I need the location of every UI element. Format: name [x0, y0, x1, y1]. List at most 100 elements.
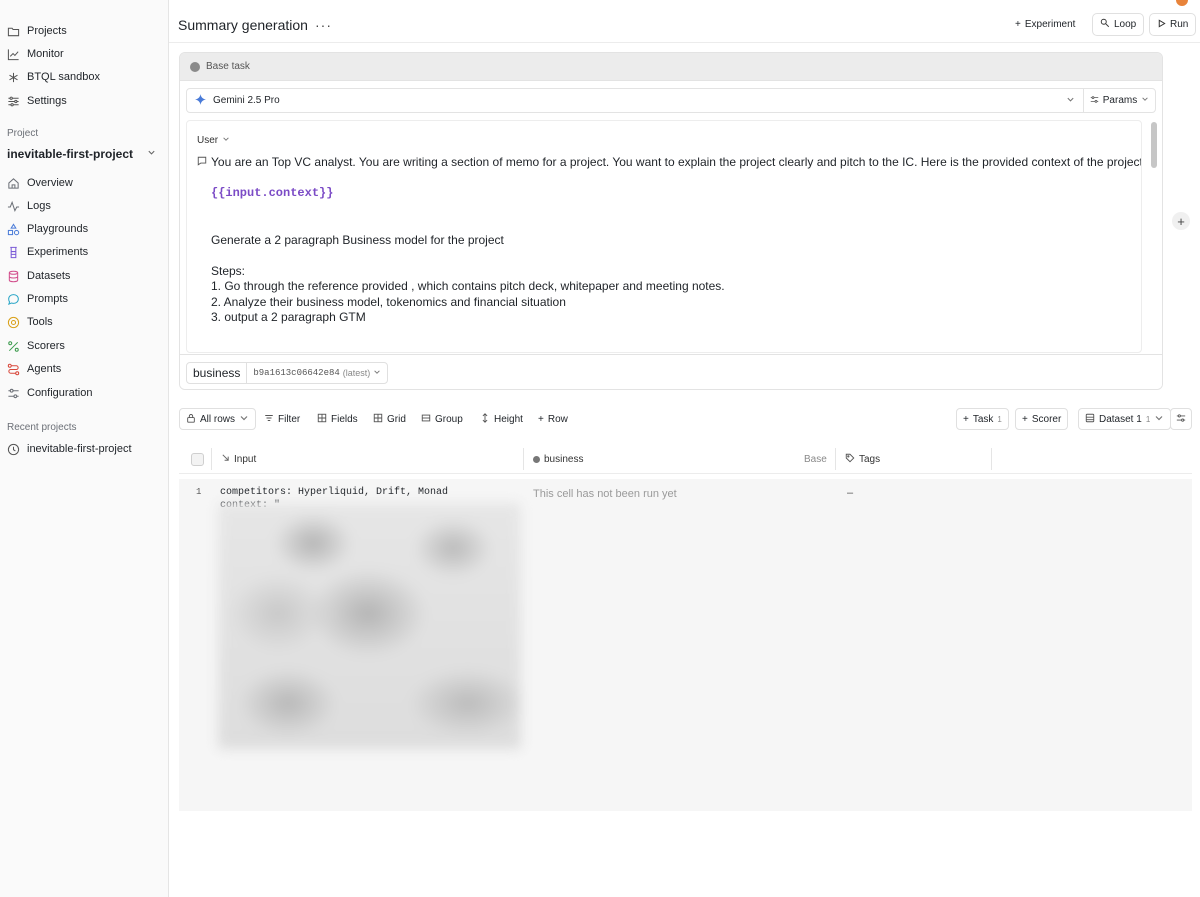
sidebar-item-configuration[interactable]: Configuration: [0, 382, 168, 404]
sidebar-item-label: Scorers: [27, 340, 65, 352]
sidebar-item-prompts[interactable]: Prompts: [0, 288, 168, 310]
tags-cell[interactable]: –: [847, 487, 853, 499]
sidebar-item-agents[interactable]: Agents: [0, 358, 168, 380]
group-label: Group: [435, 413, 463, 425]
table-header: Input business Base Tags: [179, 444, 1192, 474]
sliders-icon: [7, 387, 20, 400]
task-count: 1: [997, 414, 1002, 424]
run-button[interactable]: Run: [1149, 13, 1197, 36]
dataset-toolbar-selector[interactable]: Dataset 1 1: [1078, 408, 1172, 430]
sidebar-item-playgrounds[interactable]: Playgrounds: [0, 218, 168, 240]
column-header-tags[interactable]: Tags: [845, 444, 880, 474]
loop-icon: [1100, 18, 1110, 31]
plus-icon: +: [538, 413, 544, 425]
sidebar-item-label: Monitor: [27, 48, 64, 60]
project-selector[interactable]: inevitable-first-project: [0, 144, 168, 164]
sidebar-item-tools[interactable]: Tools: [0, 311, 168, 333]
sidebar-item-label: BTQL sandbox: [27, 71, 100, 83]
dataset-label: Dataset 1: [1099, 413, 1142, 425]
percent-icon: [7, 340, 20, 353]
chevron-down-icon: [222, 135, 230, 146]
sidebar-item-datasets[interactable]: Datasets: [0, 265, 168, 287]
sidebar-item-label: Configuration: [27, 387, 93, 399]
all-rows-filter[interactable]: All rows: [179, 408, 257, 430]
database-icon: [1085, 413, 1095, 426]
activity-icon: [7, 200, 20, 213]
sidebar-item-label: Agents: [27, 363, 62, 375]
row-number: 1: [196, 487, 202, 497]
prompt-variable: {{input.context}}: [211, 186, 334, 200]
sidebar-item-logs[interactable]: Logs: [0, 195, 168, 217]
column-header-business[interactable]: business: [533, 444, 583, 474]
column-header-label: business: [544, 453, 584, 465]
database-icon: [7, 270, 20, 283]
message-icon: [7, 293, 20, 306]
model-selector[interactable]: Gemini 2.5 Pro: [187, 89, 1084, 112]
home-icon: [7, 177, 20, 190]
plus-icon: +: [963, 413, 969, 425]
all-rows-label: All rows: [200, 413, 236, 425]
base-badge: Base: [804, 453, 827, 465]
more-options-button[interactable]: ···: [315, 17, 332, 33]
sidebar-item-projects[interactable]: Projects: [0, 20, 168, 42]
clock-icon: [7, 443, 20, 456]
add-task-button[interactable]: +: [1172, 212, 1190, 230]
page-header: Summary generation ··· + Experiment Loop…: [169, 0, 1200, 43]
prompt-intro-text: You are an Top VC analyst. You are writi…: [211, 155, 1142, 169]
add-row-button[interactable]: + Row: [532, 408, 574, 430]
role-label: User: [197, 135, 219, 146]
run-label: Run: [1170, 19, 1189, 30]
sidebar: Projects Monitor BTQL sandbox Settings P…: [0, 0, 169, 897]
checkbox-box[interactable]: [191, 452, 204, 466]
sidebar-item-monitor[interactable]: Monitor: [0, 43, 168, 65]
dataset-name: business: [187, 363, 248, 383]
view-settings-button[interactable]: [1170, 408, 1192, 430]
sidebar-item-label: Prompts: [27, 293, 68, 305]
recent-projects-label: Recent projects: [7, 422, 77, 433]
sidebar-item-experiments[interactable]: Experiments: [0, 241, 168, 263]
scrollbar-thumb[interactable]: [1151, 122, 1157, 168]
grid-button[interactable]: Grid: [367, 408, 412, 430]
add-experiment-label: Experiment: [1024, 19, 1076, 30]
fields-button[interactable]: Fields: [311, 408, 364, 430]
sidebar-item-settings[interactable]: Settings: [0, 90, 168, 112]
add-row-label: Row: [547, 413, 568, 425]
group-icon: [421, 413, 431, 426]
prompt-scrollbar[interactable]: [1148, 120, 1160, 353]
sidebar-item-label: Logs: [27, 200, 51, 212]
height-label: Height: [494, 413, 523, 425]
sidebar-item-label: Projects: [27, 25, 67, 37]
group-button[interactable]: Group: [415, 408, 469, 430]
add-task-toolbar-button[interactable]: + Task 1: [956, 408, 1009, 430]
params-button[interactable]: Params: [1084, 89, 1155, 112]
loop-button[interactable]: Loop: [1092, 13, 1145, 36]
filter-label: Filter: [278, 413, 301, 425]
model-name: Gemini 2.5 Pro: [213, 95, 280, 106]
output-cell[interactable]: This cell has not been run yet: [533, 488, 677, 500]
chevron-down-icon: [147, 148, 156, 160]
height-button[interactable]: Height: [474, 408, 529, 430]
prompt-line: 2. Analyze their business model, tokenom…: [211, 295, 566, 309]
chevron-down-icon: [239, 413, 249, 426]
asterisk-icon: [7, 71, 20, 84]
add-experiment-button[interactable]: + Experiment: [1008, 13, 1082, 36]
role-selector[interactable]: User: [197, 135, 230, 146]
play-icon: [1157, 18, 1166, 31]
column-header-input[interactable]: Input: [221, 444, 256, 474]
recent-project-item[interactable]: inevitable-first-project: [0, 438, 168, 460]
column-divider: [835, 448, 836, 470]
scorer-label: Scorer: [1031, 413, 1062, 425]
sidebar-item-overview[interactable]: Overview: [0, 172, 168, 194]
sidebar-item-btql-sandbox[interactable]: BTQL sandbox: [0, 66, 168, 88]
dataset-selector[interactable]: business b9a1613c06642e84 (latest): [186, 362, 389, 384]
filter-button[interactable]: Filter: [258, 408, 306, 430]
prompt-editor[interactable]: User You are an Top VC analyst. You are …: [186, 120, 1142, 353]
dataset-version: b9a1613c06642e84 (latest): [247, 368, 387, 379]
dataset-row: business b9a1613c06642e84 (latest): [180, 354, 1162, 389]
select-all-checkbox[interactable]: [191, 444, 204, 474]
message-icon: [197, 155, 207, 169]
redacted-content: [218, 503, 521, 749]
add-scorer-button[interactable]: + Scorer: [1015, 408, 1069, 430]
sidebar-item-label: Datasets: [27, 270, 71, 282]
sidebar-item-scorers[interactable]: Scorers: [0, 335, 168, 357]
